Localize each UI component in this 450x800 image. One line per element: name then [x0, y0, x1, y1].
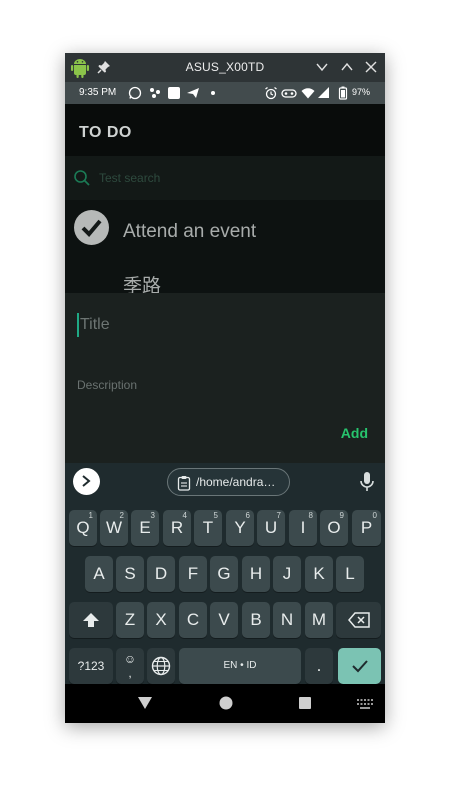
clipboard-chip[interactable]: /home/andra…: [167, 468, 290, 496]
chevron-down-icon[interactable]: [314, 59, 330, 75]
status-time: 9:35 PM: [79, 87, 117, 98]
chevron-up-icon[interactable]: [339, 59, 355, 75]
window-titlebar: ASUS_X00TD: [65, 53, 385, 82]
wifi-icon: [301, 88, 315, 99]
key-m[interactable]: M: [305, 602, 333, 638]
send-icon: [187, 88, 199, 98]
key-c[interactable]: C: [179, 602, 207, 638]
keyboard-switch-icon[interactable]: [357, 699, 373, 709]
key-v[interactable]: V: [210, 602, 238, 638]
square-icon: [168, 87, 180, 99]
search-icon: [74, 170, 90, 186]
navigation-bar: [65, 684, 385, 723]
mic-icon[interactable]: [359, 471, 375, 493]
clipboard-text: /home/andra…: [196, 475, 276, 489]
key-t[interactable]: T5: [194, 510, 222, 546]
key-b[interactable]: B: [242, 602, 270, 638]
emoji-icon: ☺: [123, 652, 137, 666]
expand-arrow-button[interactable]: [73, 468, 100, 495]
list-item[interactable]: 季路: [65, 255, 385, 293]
key-d[interactable]: D: [147, 556, 175, 592]
page-title: TO DO: [79, 124, 132, 141]
keyboard-suggestion-strip: /home/andra…: [65, 463, 385, 501]
check-icon[interactable]: [74, 210, 109, 245]
key-g[interactable]: G: [210, 556, 238, 592]
key-k[interactable]: K: [305, 556, 333, 592]
emoji-key[interactable]: ☺ ,: [116, 648, 144, 684]
add-button[interactable]: Add: [341, 425, 368, 441]
todo-title: Attend an event: [123, 221, 257, 242]
key-p[interactable]: P0: [352, 510, 381, 546]
status-bar: 9:35 PM 97%: [65, 82, 385, 104]
window-title: ASUS_X00TD: [185, 60, 265, 74]
symbols-key[interactable]: ?123: [69, 648, 113, 684]
checkmark-icon: [351, 660, 368, 673]
recents-icon[interactable]: [298, 696, 312, 710]
alarm-icon: [265, 87, 277, 100]
key-f[interactable]: F: [179, 556, 207, 592]
globe-icon: [151, 656, 171, 676]
close-icon[interactable]: [363, 59, 379, 75]
key-w[interactable]: W2: [100, 510, 128, 546]
soft-keyboard: /home/andra… Q1 W2 E3 R4 T5 Y6 U7 I8 O9 …: [65, 463, 385, 684]
battery-icon: [338, 86, 348, 100]
back-icon[interactable]: [137, 696, 153, 710]
key-u[interactable]: U7: [257, 510, 285, 546]
key-a[interactable]: A: [85, 556, 113, 592]
key-y[interactable]: Y6: [226, 510, 254, 546]
description-field[interactable]: [77, 375, 367, 395]
backspace-key[interactable]: [336, 602, 381, 638]
emulator-window: ASUS_X00TD 9:35 PM 97% TO DO Test search…: [65, 53, 385, 723]
enter-key[interactable]: [338, 648, 381, 684]
add-todo-sheet: Add: [65, 293, 385, 463]
key-x[interactable]: X: [147, 602, 175, 638]
search-bar[interactable]: [65, 156, 385, 200]
key-i[interactable]: I8: [289, 510, 317, 546]
app-bar: TO DO: [65, 104, 385, 156]
vowifi-icon: [281, 89, 297, 98]
period-key[interactable]: .: [305, 648, 333, 684]
title-field[interactable]: [77, 313, 367, 337]
key-z[interactable]: Z: [116, 602, 144, 638]
space-key[interactable]: EN • ID: [179, 648, 301, 684]
backspace-icon: [347, 612, 370, 628]
list-item[interactable]: Attend an event: [65, 200, 385, 255]
search-input[interactable]: [99, 166, 369, 190]
home-icon[interactable]: [219, 696, 233, 710]
shift-icon: [83, 613, 99, 627]
todo-list: Attend an event 季路: [65, 200, 385, 293]
whatsapp-icon: [128, 86, 142, 100]
key-q[interactable]: Q1: [69, 510, 97, 546]
dot-icon: [211, 91, 215, 95]
app-icon: [150, 88, 160, 98]
shift-key[interactable]: [69, 602, 113, 638]
key-e[interactable]: E3: [131, 510, 159, 546]
clipboard-icon: [177, 476, 191, 491]
key-r[interactable]: R4: [163, 510, 191, 546]
key-h[interactable]: H: [242, 556, 270, 592]
key-n[interactable]: N: [273, 602, 301, 638]
comma-label: ,: [128, 666, 132, 680]
chevron-right-icon: [82, 475, 91, 487]
key-l[interactable]: L: [336, 556, 364, 592]
language-key[interactable]: [147, 648, 175, 684]
battery-percent: 97%: [352, 87, 371, 97]
key-j[interactable]: J: [273, 556, 301, 592]
todo-title: 季路: [123, 276, 162, 293]
key-o[interactable]: O9: [320, 510, 348, 546]
signal-icon: [318, 87, 329, 98]
key-s[interactable]: S: [116, 556, 144, 592]
